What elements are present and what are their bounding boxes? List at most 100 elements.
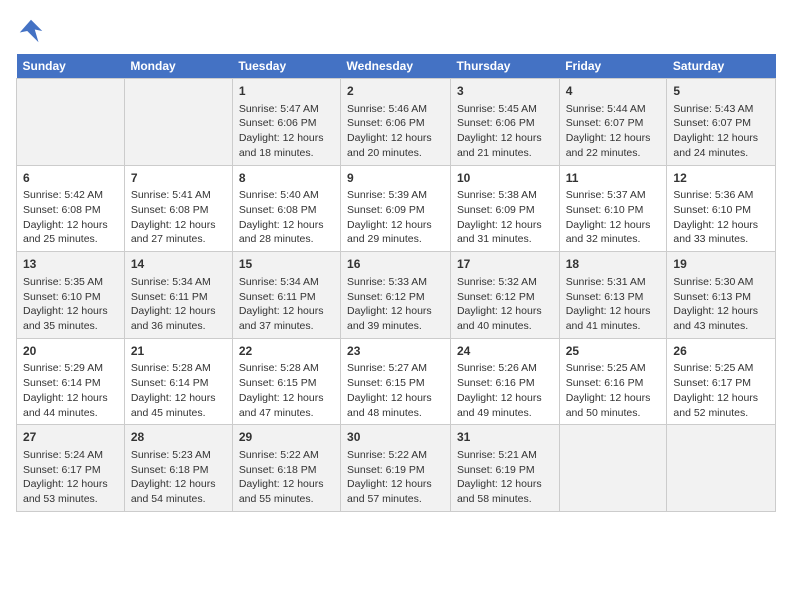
- calendar-cell: 29 Sunrise: 5:22 AMSunset: 6:18 PMDayligh…: [232, 425, 340, 512]
- day-number: 5: [673, 83, 769, 100]
- calendar-cell: 28Sunrise: 5:23 AMSunset: 6:18 PMDayligh…: [124, 425, 232, 512]
- day-header-wednesday: Wednesday: [341, 54, 451, 79]
- day-number: 3: [457, 83, 553, 100]
- day-content: Sunrise: 5:31 AMSunset: 6:13 PMDaylight:…: [566, 275, 661, 334]
- calendar-cell: 24Sunrise: 5:26 AMSunset: 6:16 PMDayligh…: [450, 338, 559, 425]
- day-content: Sunrise: 5:33 AMSunset: 6:12 PMDaylight:…: [347, 275, 444, 334]
- day-number: 24: [457, 343, 553, 360]
- day-content: Sunrise: 5:32 AMSunset: 6:12 PMDaylight:…: [457, 275, 553, 334]
- calendar-cell: 23Sunrise: 5:27 AMSunset: 6:15 PMDayligh…: [341, 338, 451, 425]
- day-content: Sunrise: 5:41 AMSunset: 6:08 PMDaylight:…: [131, 188, 226, 247]
- calendar-cell: 25Sunrise: 5:25 AMSunset: 6:16 PMDayligh…: [559, 338, 667, 425]
- calendar-cell: [559, 425, 667, 512]
- day-content: Sunrise: 5:22 AMSunset: 6:18 PMDaylight:…: [239, 448, 334, 507]
- calendar-header-row: SundayMondayTuesdayWednesdayThursdayFrid…: [17, 54, 776, 79]
- calendar-cell: [17, 79, 125, 166]
- calendar-cell: 21Sunrise: 5:28 AMSunset: 6:14 PMDayligh…: [124, 338, 232, 425]
- day-number: 7: [131, 170, 226, 187]
- logo-icon: [16, 16, 46, 46]
- calendar-cell: 1Sunrise: 5:47 AMSunset: 6:06 PMDaylight…: [232, 79, 340, 166]
- calendar-cell: 31 Sunrise: 5:21 AMSunset: 6:19 PMDayligh…: [450, 425, 559, 512]
- day-number: 12: [673, 170, 769, 187]
- calendar-cell: 19 Sunrise: 5:30 AMSunset: 6:13 PMDayligh…: [667, 252, 776, 339]
- day-number: 23: [347, 343, 444, 360]
- calendar-cell: 27 Sunrise: 5:24 AMSunset: 6:17 PMDayligh…: [17, 425, 125, 512]
- day-content: Sunrise: 5:43 AMSunset: 6:07 PMDaylight:…: [673, 102, 769, 161]
- day-number: 6: [23, 170, 118, 187]
- calendar-cell: 8Sunrise: 5:40 AMSunset: 6:08 PMDaylight…: [232, 165, 340, 252]
- day-number: 10: [457, 170, 553, 187]
- day-content: Sunrise: 5:40 AMSunset: 6:08 PMDaylight:…: [239, 188, 334, 247]
- day-content: Sunrise: 5:23 AMSunset: 6:18 PMDaylight:…: [131, 448, 226, 507]
- day-header-monday: Monday: [124, 54, 232, 79]
- week-row-3: 13 Sunrise: 5:35 AMSunset: 6:10 PMDayligh…: [17, 252, 776, 339]
- calendar-cell: 7Sunrise: 5:41 AMSunset: 6:08 PMDaylight…: [124, 165, 232, 252]
- day-number: 22: [239, 343, 334, 360]
- day-number: 17: [457, 256, 553, 273]
- calendar-cell: 26Sunrise: 5:25 AMSunset: 6:17 PMDayligh…: [667, 338, 776, 425]
- calendar-cell: 18Sunrise: 5:31 AMSunset: 6:13 PMDayligh…: [559, 252, 667, 339]
- day-number: 30: [347, 429, 444, 446]
- calendar-cell: 3 Sunrise: 5:45 AMSunset: 6:06 PMDaylight…: [450, 79, 559, 166]
- day-content: Sunrise: 5:29 AMSunset: 6:14 PMDaylight:…: [23, 361, 118, 420]
- calendar-cell: 12Sunrise: 5:36 AMSunset: 6:10 PMDayligh…: [667, 165, 776, 252]
- day-content: Sunrise: 5:22 AMSunset: 6:19 PMDaylight:…: [347, 448, 444, 507]
- calendar-cell: 14 Sunrise: 5:34 AMSunset: 6:11 PMDayligh…: [124, 252, 232, 339]
- day-number: 20: [23, 343, 118, 360]
- day-number: 25: [566, 343, 661, 360]
- day-content: Sunrise: 5:28 AMSunset: 6:14 PMDaylight:…: [131, 361, 226, 420]
- calendar-cell: 5 Sunrise: 5:43 AMSunset: 6:07 PMDaylight…: [667, 79, 776, 166]
- calendar-table: SundayMondayTuesdayWednesdayThursdayFrid…: [16, 54, 776, 512]
- day-number: 11: [566, 170, 661, 187]
- logo: [16, 16, 50, 46]
- day-number: 27: [23, 429, 118, 446]
- calendar-cell: 30 Sunrise: 5:22 AMSunset: 6:19 PMDayligh…: [341, 425, 451, 512]
- day-content: Sunrise: 5:24 AMSunset: 6:17 PMDaylight:…: [23, 448, 118, 507]
- day-number: 26: [673, 343, 769, 360]
- day-content: Sunrise: 5:37 AMSunset: 6:10 PMDaylight:…: [566, 188, 661, 247]
- day-number: 4: [566, 83, 661, 100]
- calendar-cell: 15Sunrise: 5:34 AMSunset: 6:11 PMDayligh…: [232, 252, 340, 339]
- calendar-cell: 13 Sunrise: 5:35 AMSunset: 6:10 PMDayligh…: [17, 252, 125, 339]
- day-content: Sunrise: 5:30 AMSunset: 6:13 PMDaylight:…: [673, 275, 769, 334]
- day-content: Sunrise: 5:39 AMSunset: 6:09 PMDaylight:…: [347, 188, 444, 247]
- week-row-5: 27 Sunrise: 5:24 AMSunset: 6:17 PMDayligh…: [17, 425, 776, 512]
- day-header-saturday: Saturday: [667, 54, 776, 79]
- day-content: Sunrise: 5:34 AMSunset: 6:11 PMDaylight:…: [131, 275, 226, 334]
- day-content: Sunrise: 5:42 AMSunset: 6:08 PMDaylight:…: [23, 188, 118, 247]
- day-header-tuesday: Tuesday: [232, 54, 340, 79]
- day-content: Sunrise: 5:46 AMSunset: 6:06 PMDaylight:…: [347, 102, 444, 161]
- day-content: Sunrise: 5:26 AMSunset: 6:16 PMDaylight:…: [457, 361, 553, 420]
- calendar-cell: 22Sunrise: 5:28 AMSunset: 6:15 PMDayligh…: [232, 338, 340, 425]
- day-content: Sunrise: 5:25 AMSunset: 6:16 PMDaylight:…: [566, 361, 661, 420]
- day-number: 13: [23, 256, 118, 273]
- day-content: Sunrise: 5:27 AMSunset: 6:15 PMDaylight:…: [347, 361, 444, 420]
- day-content: Sunrise: 5:35 AMSunset: 6:10 PMDaylight:…: [23, 275, 118, 334]
- day-number: 21: [131, 343, 226, 360]
- day-header-thursday: Thursday: [450, 54, 559, 79]
- calendar-cell: 2 Sunrise: 5:46 AMSunset: 6:06 PMDaylight…: [341, 79, 451, 166]
- day-content: Sunrise: 5:21 AMSunset: 6:19 PMDaylight:…: [457, 448, 553, 507]
- calendar-cell: [124, 79, 232, 166]
- week-row-2: 6Sunrise: 5:42 AMSunset: 6:08 PMDaylight…: [17, 165, 776, 252]
- day-number: 2: [347, 83, 444, 100]
- day-number: 16: [347, 256, 444, 273]
- week-row-1: 1Sunrise: 5:47 AMSunset: 6:06 PMDaylight…: [17, 79, 776, 166]
- day-number: 19: [673, 256, 769, 273]
- day-content: Sunrise: 5:36 AMSunset: 6:10 PMDaylight:…: [673, 188, 769, 247]
- day-content: Sunrise: 5:25 AMSunset: 6:17 PMDaylight:…: [673, 361, 769, 420]
- day-header-sunday: Sunday: [17, 54, 125, 79]
- day-number: 8: [239, 170, 334, 187]
- calendar-cell: 16 Sunrise: 5:33 AMSunset: 6:12 PMDayligh…: [341, 252, 451, 339]
- day-number: 29: [239, 429, 334, 446]
- day-number: 9: [347, 170, 444, 187]
- calendar-cell: 9Sunrise: 5:39 AMSunset: 6:09 PMDaylight…: [341, 165, 451, 252]
- day-number: 14: [131, 256, 226, 273]
- day-content: Sunrise: 5:45 AMSunset: 6:06 PMDaylight:…: [457, 102, 553, 161]
- day-content: Sunrise: 5:28 AMSunset: 6:15 PMDaylight:…: [239, 361, 334, 420]
- calendar-cell: 10Sunrise: 5:38 AMSunset: 6:09 PMDayligh…: [450, 165, 559, 252]
- day-header-friday: Friday: [559, 54, 667, 79]
- calendar-cell: 6Sunrise: 5:42 AMSunset: 6:08 PMDaylight…: [17, 165, 125, 252]
- day-number: 31: [457, 429, 553, 446]
- calendar-cell: 17 Sunrise: 5:32 AMSunset: 6:12 PMDayligh…: [450, 252, 559, 339]
